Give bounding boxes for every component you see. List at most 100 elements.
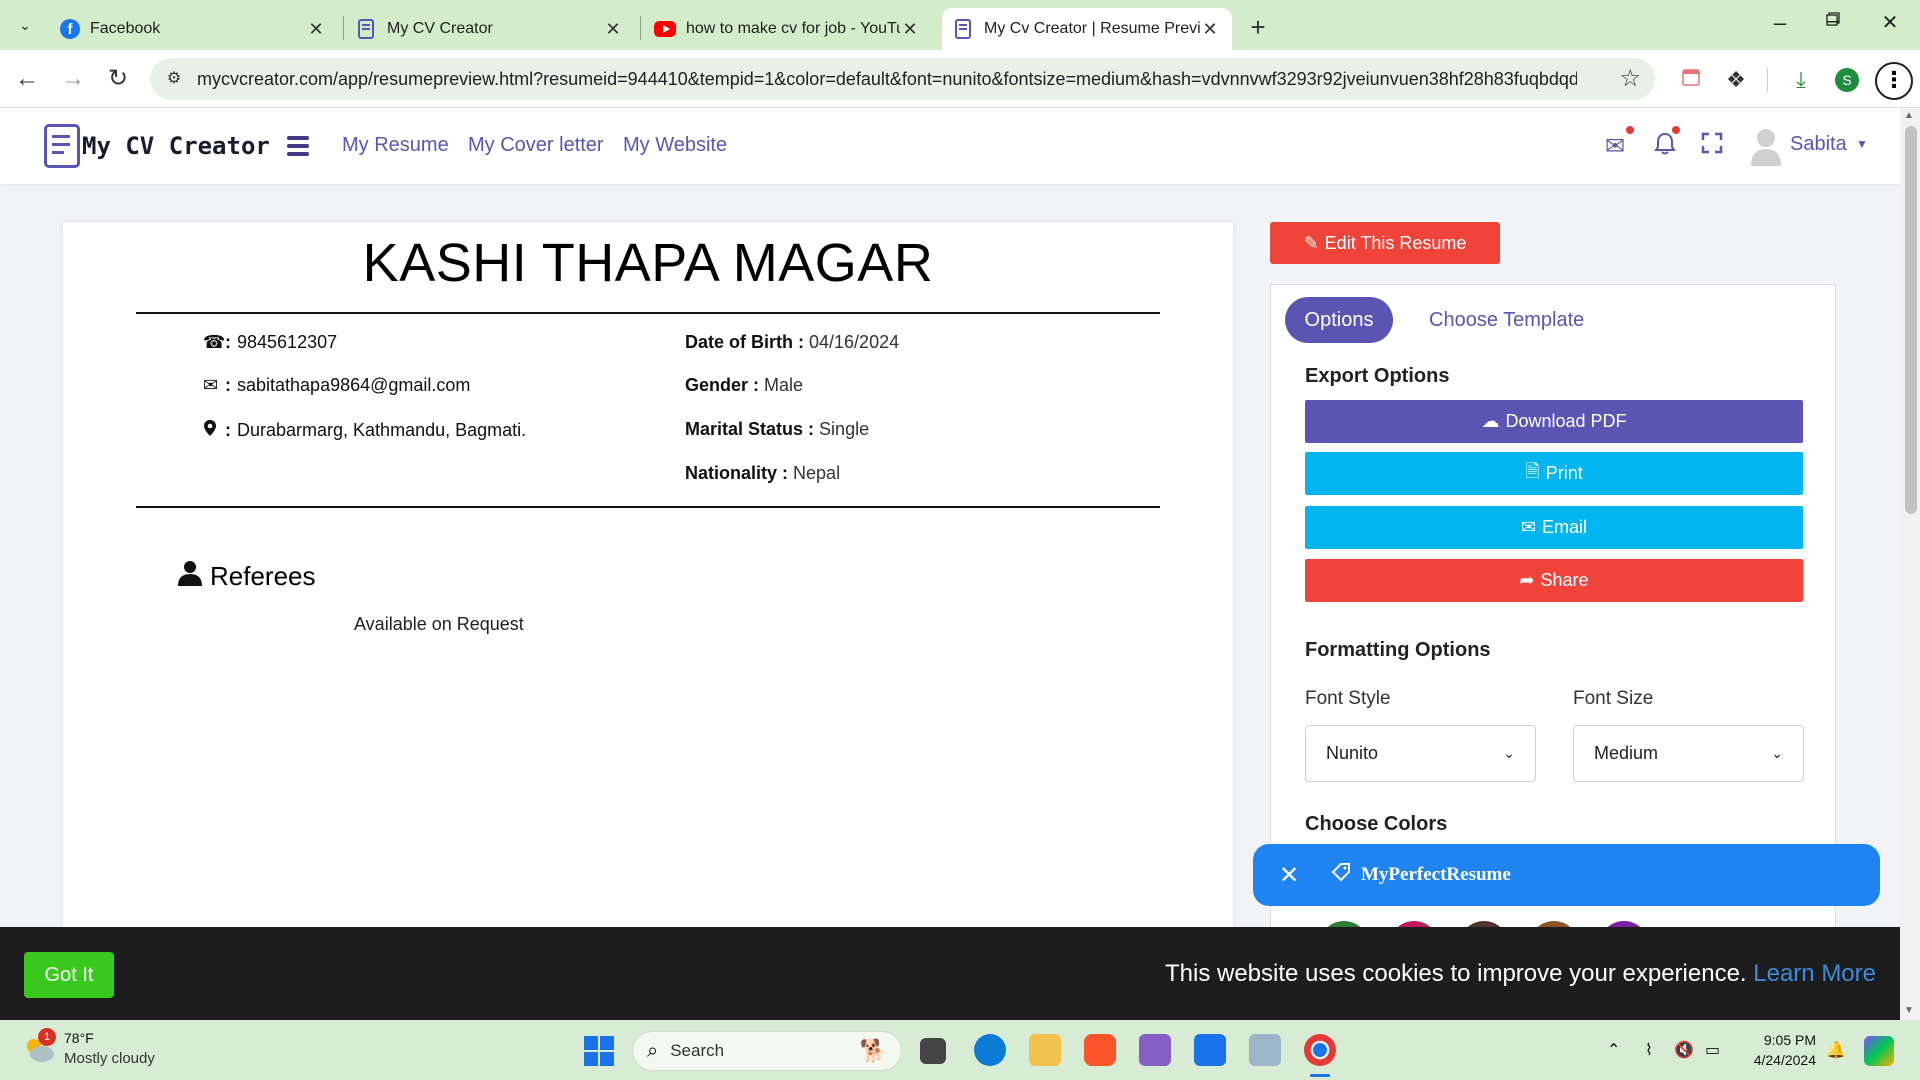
scroll-down-arrow-icon[interactable]: ▼ (1904, 1005, 1914, 1016)
cloud-download-icon: ☁ (1481, 411, 1500, 431)
contact-label: : (225, 332, 231, 352)
taskbar-search[interactable]: ⌕ Search 🐕 (632, 1031, 902, 1071)
bell-icon[interactable] (1654, 132, 1676, 163)
notification-bell-icon[interactable]: 🔔 (1826, 1040, 1846, 1060)
chevron-up-icon[interactable]: ⌃ (1607, 1040, 1620, 1060)
tag-icon (1331, 862, 1351, 888)
visual-studio-icon[interactable] (1139, 1034, 1171, 1066)
forward-arrow-icon[interactable]: → (58, 64, 88, 94)
url-text[interactable]: mycvcreator.com/app/resumepreview.html?r… (197, 69, 1577, 90)
windows-start-icon[interactable] (584, 1036, 614, 1066)
font-style-select[interactable]: Nunito ⌄ (1305, 725, 1536, 782)
tab-my-cv-creator[interactable]: My CV Creator ✕ (345, 8, 635, 50)
user-icon (178, 560, 202, 593)
wifi-icon[interactable]: ⌇ (1645, 1040, 1653, 1060)
hamburger-menu-icon[interactable] (287, 136, 309, 160)
facebook-icon: f (60, 19, 80, 39)
font-size-value: Medium (1594, 743, 1659, 763)
email-button[interactable]: ✉ Email (1305, 506, 1803, 549)
profile-avatar[interactable]: S (1835, 68, 1859, 92)
calendar-extension-icon[interactable] (1676, 65, 1706, 95)
promo-banner[interactable]: ✕ MyPerfectResume (1253, 844, 1880, 906)
mail-app-icon[interactable] (1194, 1034, 1226, 1066)
window-restore-button[interactable] (1813, 12, 1853, 42)
cookie-text: This website uses cookies to improve you… (1164, 960, 1747, 987)
scroll-up-arrow-icon[interactable]: ▲ (1904, 110, 1914, 121)
tab-resume-preview[interactable]: My Cv Creator | Resume Previe ✕ (942, 8, 1232, 50)
personal-gender: Gender : Male (685, 375, 803, 396)
installer-icon[interactable] (1249, 1034, 1281, 1066)
bookmark-star-icon[interactable]: ☆ (1619, 64, 1641, 93)
divider (136, 506, 1160, 508)
close-icon[interactable]: ✕ (900, 19, 920, 40)
window-close-button[interactable]: ✕ (1870, 10, 1910, 40)
contact-address: : Durabarmarg, Kathmandu, Bagmati. (203, 419, 526, 442)
envelope-icon: ✉ (1520, 517, 1537, 537)
user-avatar-icon[interactable] (1750, 126, 1782, 166)
learn-more-link[interactable]: Learn More (1753, 960, 1876, 987)
contact-label: : (225, 420, 231, 440)
nav-my-resume[interactable]: My Resume (342, 134, 449, 157)
contact-phone: ☎ : 9845612307 (203, 332, 337, 353)
mail-icon[interactable]: ✉ (1605, 132, 1625, 161)
info-value: Nepal (793, 463, 841, 483)
speaker-muted-icon[interactable]: 🔇 (1674, 1040, 1694, 1060)
info-label: Gender : (685, 375, 760, 395)
download-pdf-button[interactable]: ☁ Download PDF (1305, 400, 1803, 443)
download-label: Download PDF (1505, 411, 1627, 431)
weather-desc[interactable]: Mostly cloudy (64, 1050, 155, 1067)
tab-options[interactable]: Options (1285, 297, 1393, 343)
file-explorer-icon[interactable] (1029, 1034, 1061, 1066)
edge-browser-icon[interactable] (974, 1034, 1006, 1066)
address-bar[interactable]: ⚙ mycvcreator.com/app/resumepreview.html… (150, 58, 1655, 100)
weather-alert-badge: 1 (38, 1028, 56, 1046)
got-it-button[interactable]: Got It (24, 952, 114, 998)
contact-email: ✉ : sabitathapa9864@gmail.com (203, 375, 470, 396)
tab-choose-template[interactable]: Choose Template (1429, 309, 1584, 332)
font-style-label: Font Style (1305, 688, 1391, 709)
close-icon[interactable]: ✕ (1279, 861, 1303, 890)
font-size-select[interactable]: Medium ⌄ (1573, 725, 1804, 782)
user-dropdown-caret-icon[interactable]: ▼ (1856, 137, 1868, 151)
brave-browser-icon[interactable] (1084, 1034, 1116, 1066)
divider (136, 312, 1160, 314)
scrollbar-thumb[interactable] (1905, 126, 1917, 514)
share-button[interactable]: ➦ Share (1305, 559, 1803, 602)
close-icon[interactable]: ✕ (1200, 19, 1220, 40)
info-label: Marital Status : (685, 419, 815, 439)
tab-youtube[interactable]: how to make cv for job - YouTu ✕ (642, 8, 932, 50)
reload-icon[interactable]: ↻ (103, 64, 133, 94)
weather-temp[interactable]: 78°F (64, 1030, 94, 1046)
tab-facebook[interactable]: f Facebook ✕ (48, 8, 338, 50)
battery-icon[interactable]: ▭ (1705, 1040, 1720, 1060)
fullscreen-icon[interactable] (1701, 132, 1723, 161)
formatting-options-title: Formatting Options (1305, 639, 1491, 661)
browser-menu-icon[interactable]: ⋮ (1875, 62, 1913, 100)
extensions-puzzle-icon[interactable]: ❖ (1721, 65, 1751, 95)
chrome-browser-icon[interactable] (1304, 1034, 1336, 1066)
tab-separator (640, 16, 641, 40)
edit-resume-button[interactable]: ✎ Edit This Resume (1270, 222, 1500, 264)
page-scrollbar[interactable]: ▲ ▼ (1900, 108, 1920, 1020)
info-label: Nationality : (685, 463, 789, 483)
map-marker-icon (203, 419, 225, 442)
window-minimize-button-visible[interactable]: – (1760, 10, 1800, 40)
close-icon[interactable]: ✕ (306, 19, 326, 40)
task-view-icon[interactable] (920, 1038, 946, 1064)
clock-date[interactable]: 4/24/2024 (1742, 1052, 1816, 1068)
copilot-icon[interactable] (1864, 1036, 1894, 1066)
close-icon[interactable]: ✕ (603, 19, 623, 40)
site-logo[interactable]: My CV Creator (44, 124, 270, 168)
nav-my-cover-letter[interactable]: My Cover letter (468, 134, 604, 157)
nav-my-website[interactable]: My Website (623, 134, 727, 157)
download-icon[interactable]: ⤓ (1786, 65, 1816, 95)
user-name[interactable]: Sabita (1790, 133, 1847, 156)
info-label: Date of Birth : (685, 332, 804, 352)
print-button[interactable]: 🗎 Print (1305, 452, 1803, 495)
site-settings-icon[interactable]: ⚙ (162, 67, 186, 91)
back-arrow-icon[interactable]: ← (12, 64, 42, 94)
tab-search-chevron-icon[interactable]: ⌄ (10, 10, 40, 40)
clock-time[interactable]: 9:05 PM (1742, 1032, 1816, 1048)
tab-title: My CV Creator (387, 20, 493, 37)
new-tab-button[interactable]: + (1243, 12, 1273, 43)
